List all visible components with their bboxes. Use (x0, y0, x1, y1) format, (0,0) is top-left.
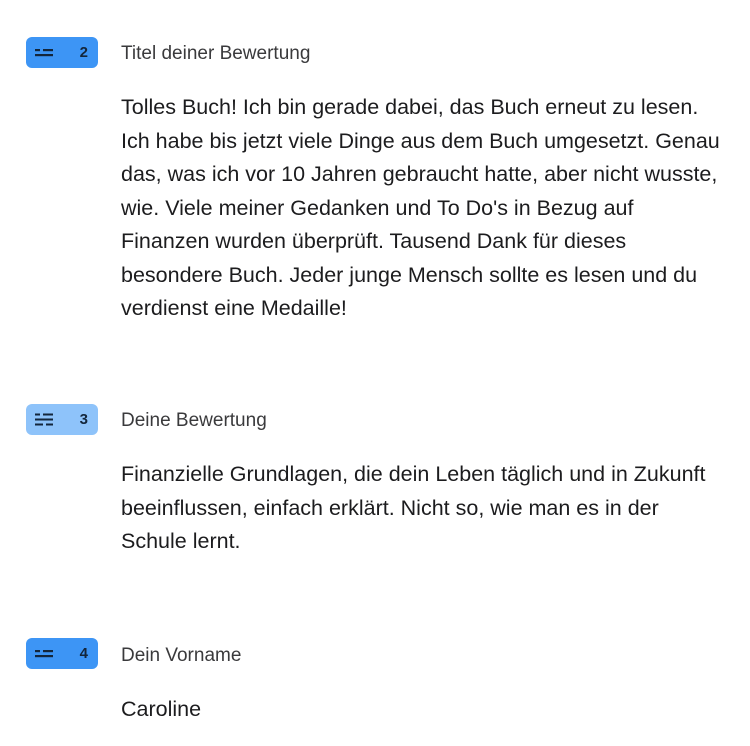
short-text-icon (35, 49, 53, 57)
question-label: Deine Bewertung (121, 410, 267, 431)
question-number-badge: 4 (26, 638, 98, 669)
question-number-badge: 2 (26, 37, 98, 68)
question-number: 4 (79, 645, 88, 662)
question-label: Dein Vorname (121, 645, 242, 666)
question-label: Titel deiner Bewertung (121, 43, 311, 64)
question-number: 3 (79, 411, 88, 428)
answer-text: Finanzielle Grundlagen, die dein Leben t… (121, 462, 706, 553)
short-text-icon (35, 650, 53, 658)
question-number-badge: 3 (26, 404, 98, 435)
answer-text: Caroline (121, 697, 202, 721)
question-number: 2 (79, 44, 88, 61)
answer-text: Tolles Buch! Ich bin gerade dabei, das B… (121, 95, 720, 320)
long-text-icon (35, 413, 53, 426)
